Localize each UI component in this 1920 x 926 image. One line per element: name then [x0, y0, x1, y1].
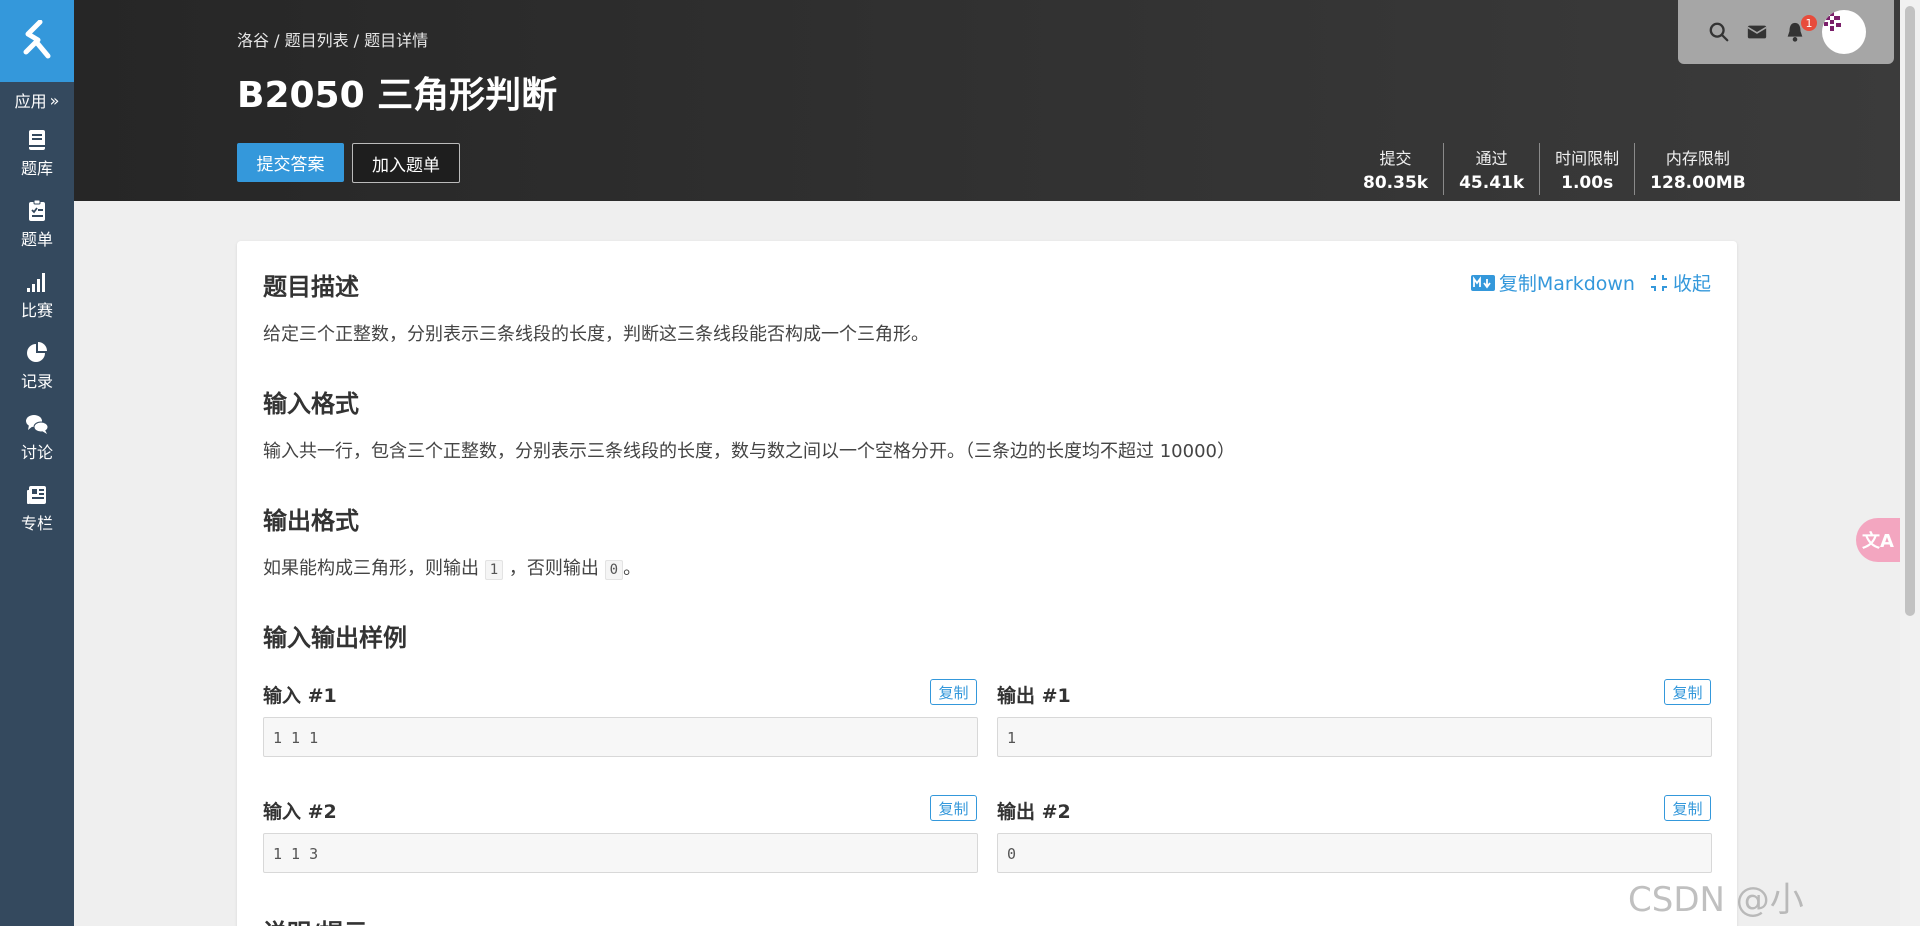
- inline-code: 0: [604, 560, 624, 580]
- copy-output-button[interactable]: 复制: [1664, 679, 1711, 705]
- stat-label: 提交: [1379, 149, 1412, 168]
- collapse-button[interactable]: 收起: [1649, 269, 1711, 296]
- notification-button[interactable]: 1: [1784, 15, 1817, 43]
- scrollbar-thumb[interactable]: [1905, 6, 1915, 616]
- output-text-suffix: 。: [623, 558, 642, 579]
- sidebar-item-contests[interactable]: 比赛: [0, 260, 74, 331]
- stat-label: 时间限制: [1555, 149, 1620, 168]
- collapse-label: 收起: [1672, 273, 1711, 295]
- copy-input-button[interactable]: 复制: [930, 679, 977, 705]
- page-title: B2050 三角形判断: [237, 75, 558, 116]
- markdown-icon: [1470, 274, 1495, 291]
- logo-icon: [23, 20, 51, 59]
- sample-input-label: 输入 #2: [263, 801, 337, 823]
- sample-input-box[interactable]: 1 1 3: [263, 833, 978, 873]
- copy-markdown-button[interactable]: 复制Markdown: [1470, 269, 1635, 296]
- clipboard-icon: [29, 199, 45, 221]
- sample-output-label: 输出 #1: [997, 685, 1071, 707]
- copy-input-button[interactable]: 复制: [930, 795, 977, 821]
- sidebar-item-records[interactable]: 记录: [0, 331, 74, 402]
- identicon-image: [1824, 12, 1841, 31]
- output-text-prefix: 如果能构成三角形，则输出: [263, 558, 479, 579]
- breadcrumb[interactable]: 洛谷 / 题目列表 / 题目详情: [237, 27, 428, 51]
- input-format-text: 输入共一行，包含三个正整数，分别表示三条线段的长度，数与数之间以一个空格分开。（…: [263, 441, 1235, 462]
- submit-answer-button[interactable]: 提交答案: [237, 143, 344, 182]
- double-chevron-right-icon: »: [49, 90, 60, 110]
- stat-memory-limit: 内存限制 128.00MB: [1634, 143, 1760, 195]
- translate-icon: 文A: [1862, 531, 1894, 552]
- sidebar-item-training[interactable]: 题单: [0, 189, 74, 260]
- problem-card: 复制Markdown 收起 题目描述 给定三个正整数，分别表示三条线段的长度，判…: [237, 241, 1737, 926]
- book-icon: [29, 130, 45, 150]
- output-text-mid: ，否则输出: [508, 558, 599, 579]
- bar-signal-icon: [27, 273, 45, 292]
- page-scrollbar[interactable]: [1900, 0, 1920, 926]
- newspaper-icon: [27, 486, 46, 504]
- user-toolbar: 1: [1678, 0, 1894, 64]
- samples-heading: 输入输出样例: [263, 624, 407, 652]
- sidebar-item-problems[interactable]: 题库: [0, 118, 74, 189]
- stat-value: 80.35k: [1363, 173, 1429, 193]
- sample-output-box[interactable]: 0: [997, 833, 1712, 873]
- sidebar-item-label: 专栏: [20, 514, 53, 533]
- stat-label: 通过: [1475, 149, 1508, 168]
- sidebar-item-label: 题库: [20, 159, 53, 178]
- copy-markdown-label: 复制Markdown: [1498, 273, 1635, 295]
- stat-value: 1.00s: [1561, 173, 1614, 193]
- sample-input-label: 输入 #1: [263, 685, 337, 707]
- inline-code: 1: [484, 560, 504, 580]
- add-to-list-button[interactable]: 加入题单: [352, 143, 460, 183]
- app-menu-toggle[interactable]: 应用 »: [0, 82, 74, 118]
- csdn-watermark: CSDN @小: [1628, 880, 1804, 920]
- avatar[interactable]: [1822, 10, 1866, 54]
- copy-output-button[interactable]: 复制: [1664, 795, 1711, 821]
- stat-value: 45.41k: [1459, 173, 1525, 193]
- sidebar-item-label: 记录: [20, 372, 53, 391]
- sidebar: 应用 » 题库 题单 比赛 记录 讨论 专栏: [0, 0, 74, 926]
- card-actions: 复制Markdown 收起: [1470, 269, 1711, 296]
- sample-output-label: 输出 #2: [997, 801, 1071, 823]
- problem-header: 洛谷 / 题目列表 / 题目详情 B2050 三角形判断 提交答案 加入题单 提…: [74, 0, 1900, 201]
- hint-heading: 说明/提示: [263, 913, 368, 926]
- input-format-heading: 输入格式: [263, 390, 359, 418]
- sidebar-item-discuss[interactable]: 讨论: [0, 402, 74, 473]
- stat-label: 内存限制: [1665, 149, 1730, 168]
- sample-output-box[interactable]: 1: [997, 717, 1712, 757]
- mail-icon[interactable]: [1746, 21, 1768, 43]
- sidebar-item-label: 题单: [20, 230, 53, 249]
- sample-input-box[interactable]: 1 1 1: [263, 717, 978, 757]
- output-format-heading: 输出格式: [263, 507, 359, 535]
- description-heading: 题目描述: [263, 273, 359, 301]
- translate-float-button[interactable]: 文A: [1856, 518, 1900, 562]
- search-icon[interactable]: [1708, 21, 1730, 43]
- sidebar-item-blog[interactable]: 专栏: [0, 473, 74, 544]
- output-format-text: 如果能构成三角形，则输出 1 ，否则输出 0。: [263, 554, 641, 580]
- chat-icon: [26, 415, 49, 434]
- pie-chart-icon: [27, 342, 47, 362]
- stat-accepted: 通过 45.41k: [1443, 143, 1539, 195]
- sidebar-item-label: 比赛: [20, 301, 53, 320]
- problem-stats: 提交 80.35k 通过 45.41k 时间限制 1.00s 内存限制 128.…: [1348, 143, 1761, 195]
- stat-submissions: 提交 80.35k: [1348, 143, 1443, 195]
- stat-time-limit: 时间限制 1.00s: [1539, 143, 1634, 195]
- app-menu-label: 应用: [14, 92, 47, 111]
- compress-icon: [1650, 274, 1667, 291]
- stat-value: 128.00MB: [1650, 173, 1746, 193]
- description-text: 给定三个正整数，分别表示三条线段的长度，判断这三条线段能否构成一个三角形。: [263, 324, 929, 345]
- sidebar-item-label: 讨论: [20, 443, 53, 462]
- luogu-logo[interactable]: [0, 0, 74, 82]
- notification-badge: 1: [1801, 15, 1817, 31]
